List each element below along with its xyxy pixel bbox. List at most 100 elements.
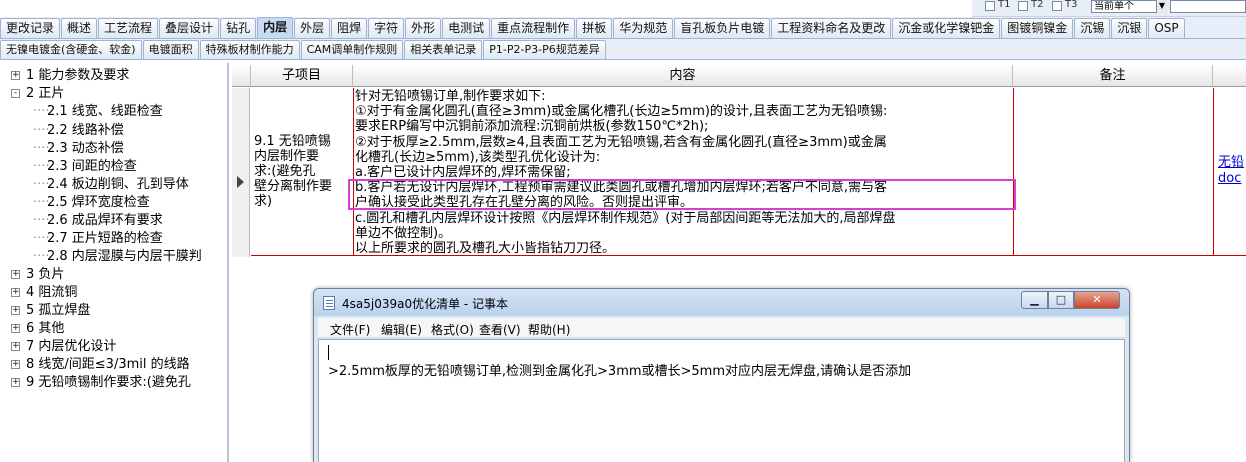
- tab-3[interactable]: 叠层设计: [159, 18, 220, 38]
- tree-item[interactable]: ···· 2.5 焊环宽度检查: [0, 194, 227, 212]
- tree-item-label: 2.1 线宽、线距检查: [47, 104, 163, 119]
- tab-10[interactable]: 电测试: [442, 18, 491, 38]
- menu-bar: 文件(F) 编辑(E) 格式(O) 查看(V) 帮助(H): [318, 318, 1125, 338]
- tab-16[interactable]: 沉金或化学镍钯金: [892, 18, 1001, 38]
- tree-item[interactable]: ···· 2.6 成品焊环有要求: [0, 212, 227, 230]
- subtab-3[interactable]: CAM调单制作规则: [300, 40, 404, 59]
- tab-8[interactable]: 字符: [368, 18, 405, 38]
- tree-item[interactable]: +4 阻流铜: [0, 284, 227, 302]
- tree-item[interactable]: +9 无铅喷锡制作要求:(避免孔: [0, 374, 227, 392]
- minimize-button[interactable]: ▁: [1021, 291, 1048, 309]
- tree-item-label: 8 线宽/间距≤3/3mil 的线路: [26, 357, 190, 372]
- expand-icon[interactable]: +: [11, 306, 20, 315]
- cell-content[interactable]: 针对无铅喷锡订单,制作要求如下: ①对于有金属化圆孔(直径≥3mm)或金属化槽孔(…: [355, 89, 1013, 256]
- content-line: 单边不做控制)。: [355, 225, 452, 241]
- tab-13[interactable]: 华为规范: [613, 18, 674, 38]
- tree-item[interactable]: +1 能力参数及要求: [0, 67, 227, 85]
- tree-item[interactable]: ···· 2.2 线路补偿: [0, 122, 227, 140]
- tab-5[interactable]: 内层: [257, 17, 294, 38]
- menu-item-3[interactable]: 查看(V): [479, 321, 521, 338]
- expand-icon[interactable]: +: [11, 288, 20, 297]
- expand-icon[interactable]: +: [11, 324, 20, 333]
- notepad-window: 4sa5j039a0优化清单 - 记事本 ▁ □ ✕ 文件(F) 编辑(E) 格式(…: [313, 288, 1130, 462]
- notepad-icon: [323, 296, 335, 310]
- sub-item-line: 求): [254, 194, 273, 209]
- search-input[interactable]: [1170, 0, 1246, 13]
- tab-1[interactable]: 概述: [61, 18, 98, 38]
- tree-item-label: 2 正片: [26, 86, 65, 101]
- chevron-down-icon[interactable]: ▼: [1156, 0, 1167, 13]
- menu-item-0[interactable]: 文件(F): [330, 321, 370, 338]
- tree-item-label: 2.3 间距的检查: [47, 159, 137, 174]
- window-title: 4sa5j039a0优化清单 - 记事本: [342, 297, 509, 311]
- column-header-remark[interactable]: 备注: [1013, 65, 1213, 87]
- collapse-icon[interactable]: -: [11, 89, 20, 98]
- option-label-t2: T2: [1031, 0, 1044, 10]
- cell-sub-item[interactable]: 9.1 无铅喷锡 内层制作要 求:(避免孔 壁分离制作要 求): [254, 134, 354, 209]
- option-checkbox-t2[interactable]: [1018, 1, 1028, 11]
- expand-icon[interactable]: +: [11, 270, 20, 279]
- row-selector[interactable]: [232, 88, 250, 257]
- tree-item-label: 2.3 动态补偿: [47, 141, 124, 156]
- tree-item-label: 2.8 内层湿膜与内层干膜判: [47, 249, 202, 264]
- menu-item-4[interactable]: 帮助(H): [528, 321, 570, 338]
- tab-12[interactable]: 拼板: [576, 18, 613, 38]
- text-editor[interactable]: >2.5mm板厚的无铅喷锡订单,检测到金属化孔>3mm或槽长>5mm对应内层无焊…: [318, 339, 1125, 462]
- tab-20[interactable]: OSP: [1148, 18, 1185, 38]
- option-checkbox-t1[interactable]: [985, 1, 995, 11]
- content-line: a.客户已设计内层焊环的,焊环需保留;: [355, 165, 571, 181]
- tree-item[interactable]: -2 正片: [0, 85, 227, 103]
- column-divider: [1213, 88, 1214, 256]
- tree-item[interactable]: +7 内层优化设计: [0, 338, 227, 356]
- tree-item[interactable]: ···· 2.1 线宽、线距检查: [0, 103, 227, 121]
- tree-item[interactable]: ···· 2.7 正片短路的检查: [0, 230, 227, 248]
- tab-4[interactable]: 钻孔: [220, 18, 257, 38]
- maximize-button[interactable]: □: [1048, 291, 1074, 309]
- tree-item[interactable]: ···· 2.8 内层湿膜与内层干膜判: [0, 248, 227, 266]
- column-header-sub[interactable]: 子项目: [251, 65, 353, 87]
- subtab-2[interactable]: 特殊板材制作能力: [199, 40, 300, 59]
- tab-14[interactable]: 盲孔板负片电镀: [674, 18, 771, 38]
- tree-item[interactable]: ···· 2.3 动态补偿: [0, 140, 227, 158]
- tree-item[interactable]: +3 负片: [0, 266, 227, 284]
- spec-grid: 子项目 内容 备注 9.1 无铅喷锡 内层制作要 求:(避免孔 壁分离制作要 求) 针对…: [232, 63, 1246, 258]
- tab-2[interactable]: 工艺流程: [98, 18, 159, 38]
- tree-item-label: 5 孤立焊盘: [26, 303, 91, 318]
- subtab-5[interactable]: P1-P2-P3-P6规范差异: [483, 40, 606, 59]
- expand-icon[interactable]: +: [11, 71, 20, 80]
- expand-icon[interactable]: +: [11, 360, 20, 369]
- tab-9[interactable]: 外形: [405, 18, 442, 38]
- column-header-content[interactable]: 内容: [353, 65, 1013, 87]
- sub-item-line: 求:(避免孔: [254, 164, 316, 179]
- content-line: 化槽孔(长边≥5mm),该类型孔优化设计为:: [355, 149, 601, 165]
- tree-item[interactable]: ···· 2.3 间距的检查: [0, 158, 227, 176]
- tab-0[interactable]: 更改记录: [0, 18, 61, 38]
- tab-7[interactable]: 阻焊: [331, 18, 368, 38]
- tree-item[interactable]: ···· 2.4 板边削铜、孔到导体: [0, 176, 227, 194]
- menu-item-1[interactable]: 编辑(E): [381, 321, 422, 338]
- menu-item-2[interactable]: 格式(O): [431, 321, 474, 338]
- expand-icon[interactable]: +: [11, 342, 20, 351]
- tab-17[interactable]: 图镀铜镍金: [1001, 18, 1074, 38]
- subtab-1[interactable]: 电镀面积: [142, 40, 199, 59]
- subtab-0[interactable]: 无镍电镀金(含硬金、软金): [0, 40, 142, 59]
- editor-text-line: >2.5mm板厚的无铅喷锡订单,检测到金属化孔>3mm或槽长>5mm对应内层无焊…: [328, 364, 912, 379]
- tab-6[interactable]: 外层: [294, 18, 331, 38]
- column-divider: [1013, 88, 1014, 256]
- tree-item[interactable]: +6 其他: [0, 320, 227, 338]
- tab-19[interactable]: 沉银: [1111, 18, 1148, 38]
- tree-item[interactable]: +5 孤立焊盘: [0, 302, 227, 320]
- tab-11[interactable]: 重点流程制作: [491, 18, 576, 38]
- expand-icon[interactable]: +: [11, 378, 20, 387]
- option-checkbox-t3[interactable]: [1052, 1, 1062, 11]
- sub-item-line: 9.1 无铅喷锡: [254, 134, 331, 149]
- window-titlebar[interactable]: 4sa5j039a0优化清单 - 记事本 ▁ □ ✕: [314, 289, 1129, 316]
- close-button[interactable]: ✕: [1074, 291, 1120, 309]
- cell-remark[interactable]: [1016, 91, 1210, 251]
- subtab-4[interactable]: 相关表单记录: [404, 40, 483, 59]
- tab-15[interactable]: 工程资料命名及更改: [771, 18, 892, 38]
- attachment-link[interactable]: 无铅 doc: [1218, 155, 1244, 187]
- tab-18[interactable]: 沉锡: [1074, 18, 1111, 38]
- content-line: 针对无铅喷锡订单,制作要求如下:: [355, 89, 546, 104]
- tree-item[interactable]: +8 线宽/间距≤3/3mil 的线路: [0, 356, 227, 374]
